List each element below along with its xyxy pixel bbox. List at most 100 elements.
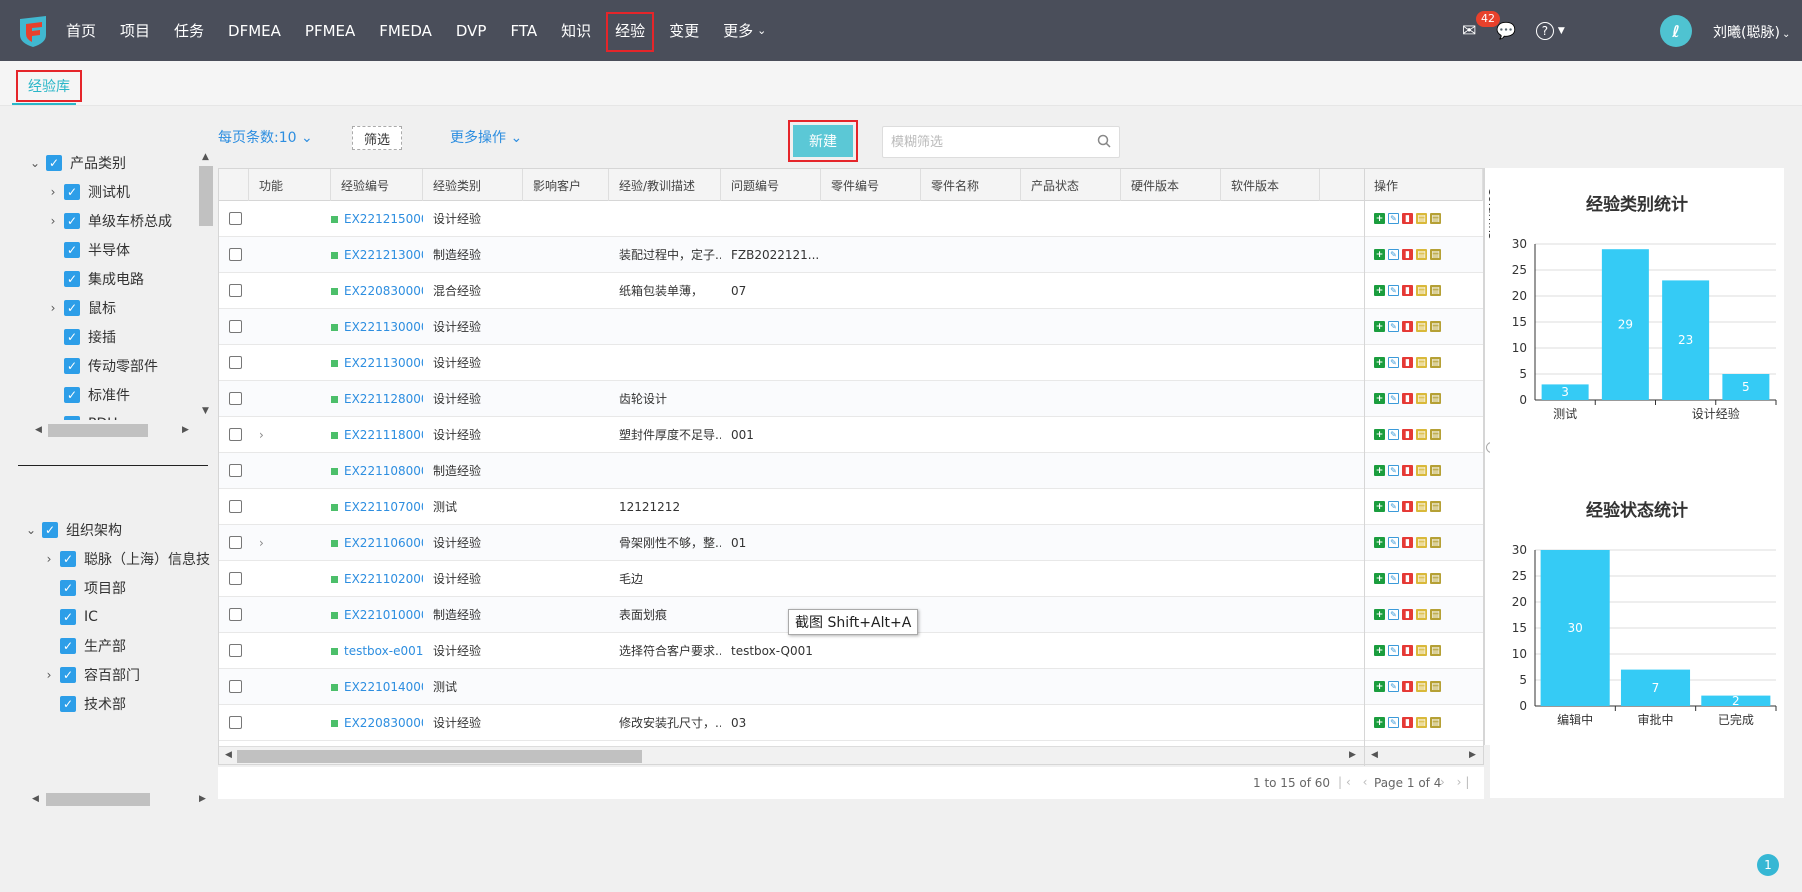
scroll-left-icon[interactable]: ◀: [35, 425, 42, 435]
experience-code-link[interactable]: EX2208300003: [331, 716, 423, 730]
checkbox-checked[interactable]: ✓: [60, 695, 76, 712]
copy-icon[interactable]: ▤: [1416, 393, 1427, 404]
add-icon[interactable]: +: [1374, 429, 1385, 440]
checkbox-checked[interactable]: ✓: [60, 579, 76, 596]
document-icon[interactable]: ▤: [1430, 609, 1441, 620]
help-icon[interactable]: ?: [1535, 21, 1554, 40]
row-checkbox[interactable]: [229, 464, 242, 477]
product-tree-hscroll-thumb[interactable]: [48, 424, 148, 437]
document-icon[interactable]: ▤: [1430, 501, 1441, 512]
product-tree-vscroll-thumb[interactable]: [199, 166, 213, 226]
document-icon[interactable]: ▤: [1430, 573, 1441, 584]
add-icon[interactable]: +: [1374, 681, 1385, 692]
tree-item[interactable]: › ✓ 聪脉（上海）信息技: [0, 544, 215, 573]
help-dropdown-icon[interactable]: ▼: [1558, 26, 1565, 36]
table-row[interactable]: EX2212150001设计经验+✎▮▤▤: [219, 201, 1483, 237]
experience-code-link[interactable]: EX2211280001: [331, 392, 423, 406]
document-icon[interactable]: ▤: [1430, 393, 1441, 404]
table-row[interactable]: EX2211080001制造经验+✎▮▤▤: [219, 453, 1483, 489]
row-checkbox[interactable]: [229, 356, 242, 369]
row-checkbox[interactable]: [229, 320, 242, 333]
checkbox-checked[interactable]: ✓: [46, 154, 62, 171]
experience-code-link[interactable]: EX2211020001: [331, 572, 423, 586]
experience-code-link[interactable]: EX2210100001: [331, 608, 423, 622]
add-icon[interactable]: +: [1374, 537, 1385, 548]
tree-item[interactable]: › ✓ 鼠标: [0, 293, 215, 322]
scroll-right-icon[interactable]: ▶: [182, 425, 189, 435]
delete-icon[interactable]: ▮: [1402, 357, 1413, 368]
mail-icon[interactable]: ✉ 42: [1462, 10, 1500, 41]
document-icon[interactable]: ▤: [1430, 645, 1441, 656]
floating-help-bubble[interactable]: 1: [1757, 854, 1779, 876]
copy-icon[interactable]: ▤: [1416, 717, 1427, 728]
edit-icon[interactable]: ✎: [1388, 501, 1399, 512]
table-row[interactable]: EX2208300003设计经验修改安装孔尺寸，...03+✎▮▤▤: [219, 705, 1483, 741]
experience-code-link[interactable]: EX2212130001: [331, 248, 423, 262]
table-row[interactable]: EX2210140001测试+✎▮▤▤: [219, 669, 1483, 705]
copy-icon[interactable]: ▤: [1416, 609, 1427, 620]
tree-item[interactable]: › ✓ 容百部门: [0, 660, 215, 689]
copy-icon[interactable]: ▤: [1416, 501, 1427, 512]
chevron-right-icon[interactable]: ›: [46, 214, 60, 228]
new-button[interactable]: 新建: [793, 125, 853, 157]
product-tree-vscroll[interactable]: ▲ ▼: [198, 148, 214, 420]
table-row[interactable]: testbox-e001 设计经验 选择符合客户要求... testbox-Q001 +…: [219, 633, 1483, 669]
delete-icon[interactable]: ▮: [1402, 393, 1413, 404]
add-icon[interactable]: +: [1374, 717, 1385, 728]
add-icon[interactable]: +: [1374, 357, 1385, 368]
column-header[interactable]: 硬件版本: [1121, 169, 1221, 201]
nav-item-8[interactable]: 知识: [549, 0, 603, 61]
tree-item[interactable]: ✓ 生产部: [0, 631, 215, 660]
checkbox-checked[interactable]: ✓: [64, 357, 80, 374]
delete-icon[interactable]: ▮: [1402, 501, 1413, 512]
checkbox-checked[interactable]: ✓: [42, 521, 58, 538]
table-row[interactable]: EX2211300001设计经验+✎▮▤▤: [219, 345, 1483, 381]
tree-root[interactable]: ⌄ ✓ 产品类别: [0, 148, 215, 177]
org-tree-hscroll-thumb[interactable]: [46, 793, 150, 806]
experience-code-link[interactable]: EX2211080001: [331, 464, 423, 478]
row-checkbox[interactable]: [229, 392, 242, 405]
add-icon[interactable]: +: [1374, 501, 1385, 512]
checkbox-checked[interactable]: ✓: [60, 666, 76, 683]
table-row[interactable]: EX2211070001测试12121212+✎▮▤▤: [219, 489, 1483, 525]
checkbox-checked[interactable]: ✓: [64, 241, 80, 258]
scroll-right-icon[interactable]: ▶: [199, 794, 206, 804]
add-icon[interactable]: +: [1374, 285, 1385, 296]
column-header[interactable]: 影响客户: [523, 169, 609, 201]
delete-icon[interactable]: ▮: [1402, 213, 1413, 224]
edit-icon[interactable]: ✎: [1388, 429, 1399, 440]
tree-item[interactable]: ✓ 接插: [0, 322, 215, 351]
delete-icon[interactable]: ▮: [1402, 321, 1413, 332]
table-row[interactable]: EX2212130001 制造经验 装配过程中，定子... FZB2022121...…: [219, 237, 1483, 273]
tree-item[interactable]: ✓ 项目部: [0, 573, 215, 602]
row-checkbox[interactable]: [229, 572, 242, 585]
edit-icon[interactable]: ✎: [1388, 717, 1399, 728]
table-hscroll[interactable]: ◀ ▶: [219, 746, 1364, 764]
copy-icon[interactable]: ▤: [1416, 645, 1427, 656]
tree-item[interactable]: ✓ 技术部: [0, 689, 215, 718]
delete-icon[interactable]: ▮: [1402, 249, 1413, 260]
nav-item-1[interactable]: 项目: [108, 0, 162, 61]
table-row[interactable]: EX2211300002设计经验+✎▮▤▤: [219, 309, 1483, 345]
search-input[interactable]: [883, 127, 1083, 157]
chevron-right-icon[interactable]: ›: [46, 301, 60, 315]
document-icon[interactable]: ▤: [1430, 357, 1441, 368]
table-row[interactable]: ›EX2211180001设计经验塑封件厚度不足导...001+✎▮▤▤: [219, 417, 1483, 453]
pager-next-last[interactable]: › ›|: [1440, 775, 1473, 789]
column-header[interactable]: 零件编号: [821, 169, 921, 201]
row-checkbox[interactable]: [229, 680, 242, 693]
table-row[interactable]: EX2211280001设计经验齿轮设计+✎▮▤▤: [219, 381, 1483, 417]
pager-first-prev[interactable]: |‹ ‹: [1338, 775, 1371, 789]
experience-code-link[interactable]: EX2212150001: [331, 212, 423, 226]
delete-icon[interactable]: ▮: [1402, 429, 1413, 440]
nav-item-5[interactable]: FMEDA: [367, 0, 444, 61]
column-header[interactable]: 零件名称: [921, 169, 1021, 201]
scroll-left-icon[interactable]: ◀: [225, 750, 232, 760]
table-row[interactable]: EX2211020001设计经验毛边+✎▮▤▤: [219, 561, 1483, 597]
edit-icon[interactable]: ✎: [1388, 537, 1399, 548]
tree-item[interactable]: ✓ 集成电路: [0, 264, 215, 293]
tree-item[interactable]: ✓ 传动零部件: [0, 351, 215, 380]
experience-code-link[interactable]: EX2211070001: [331, 500, 423, 514]
nav-item-3[interactable]: DFMEA: [216, 0, 293, 61]
delete-icon[interactable]: ▮: [1402, 285, 1413, 296]
